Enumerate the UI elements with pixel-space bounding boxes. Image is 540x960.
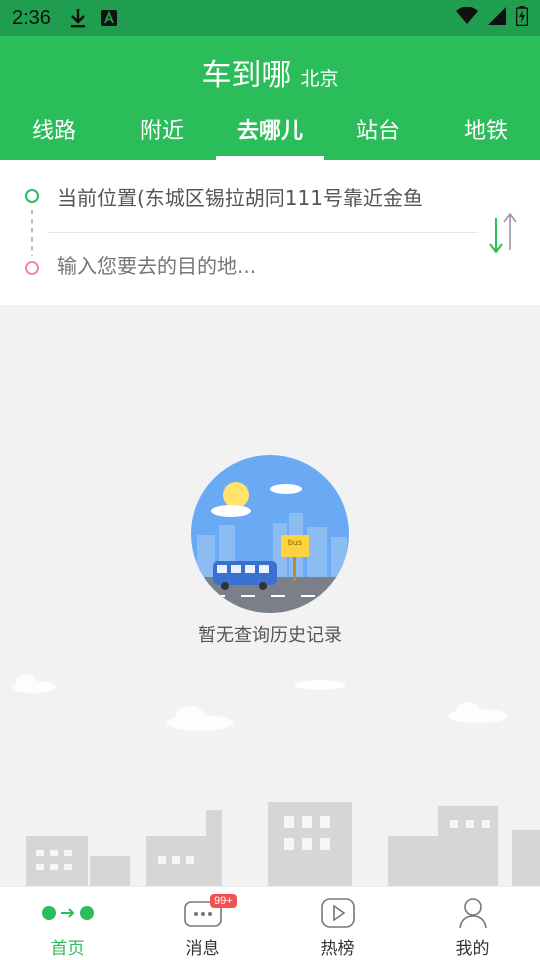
play-icon (320, 897, 356, 929)
nav-profile-label: 我的 (455, 939, 490, 959)
status-indicators (456, 6, 529, 30)
swap-direction-button[interactable] (486, 210, 522, 256)
swap-arrows-icon (489, 212, 517, 254)
empty-history-illustration: bus (191, 455, 349, 613)
nav-hot-label: 热榜 (320, 939, 355, 959)
nav-messages-label: 消息 (185, 939, 220, 959)
tab-subway[interactable]: 地铁 (432, 112, 540, 160)
tab-stations[interactable]: 站台 (324, 112, 432, 160)
nav-hot[interactable]: 热榜 (270, 887, 405, 960)
bus-sign-text: bus (288, 538, 302, 547)
wifi-icon (456, 6, 478, 29)
destination-input[interactable] (57, 254, 467, 278)
app-header: 车到哪 北京 线路 附近 去哪儿 站台 地铁 (0, 36, 540, 160)
tab-nearby[interactable]: 附近 (108, 112, 216, 160)
message-count-badge: 99+ (210, 894, 237, 908)
status-bar: 2:36 (0, 0, 540, 36)
status-time: 2:36 (12, 6, 51, 29)
nav-profile[interactable]: 我的 (405, 887, 540, 960)
route-home-icon (41, 897, 95, 929)
nav-messages[interactable]: 99+ 消息 (135, 887, 270, 960)
origin-dot-icon (25, 189, 39, 203)
battery-charging-icon (515, 6, 529, 30)
nav-home-label: 首页 (50, 939, 85, 959)
city-selector[interactable]: 北京 (301, 68, 339, 90)
route-connector (31, 210, 33, 256)
divider (48, 232, 478, 233)
route-card: 当前位置(东城区锡拉胡同111号靠近金鱼 (0, 160, 540, 305)
destination-dot-icon (25, 261, 39, 275)
user-icon (458, 897, 488, 929)
download-icon (69, 8, 87, 28)
app-title: 车到哪 (201, 58, 292, 93)
origin-field[interactable]: 当前位置(东城区锡拉胡同111号靠近金鱼 (57, 182, 467, 211)
nav-home[interactable]: 首页 (0, 887, 135, 960)
signal-icon (488, 7, 506, 29)
font-app-icon (100, 10, 117, 26)
empty-history-message: 暂无查询历史记录 (198, 625, 342, 646)
skyline-background (0, 660, 540, 886)
bottom-nav: 首页 99+ 消息 热榜 我的 (0, 886, 540, 960)
title-row: 车到哪 北京 (0, 50, 540, 94)
tab-lines[interactable]: 线路 (0, 112, 108, 160)
tab-where-to[interactable]: 去哪儿 (216, 112, 324, 160)
main-tabs: 线路 附近 去哪儿 站台 地铁 (0, 112, 540, 160)
